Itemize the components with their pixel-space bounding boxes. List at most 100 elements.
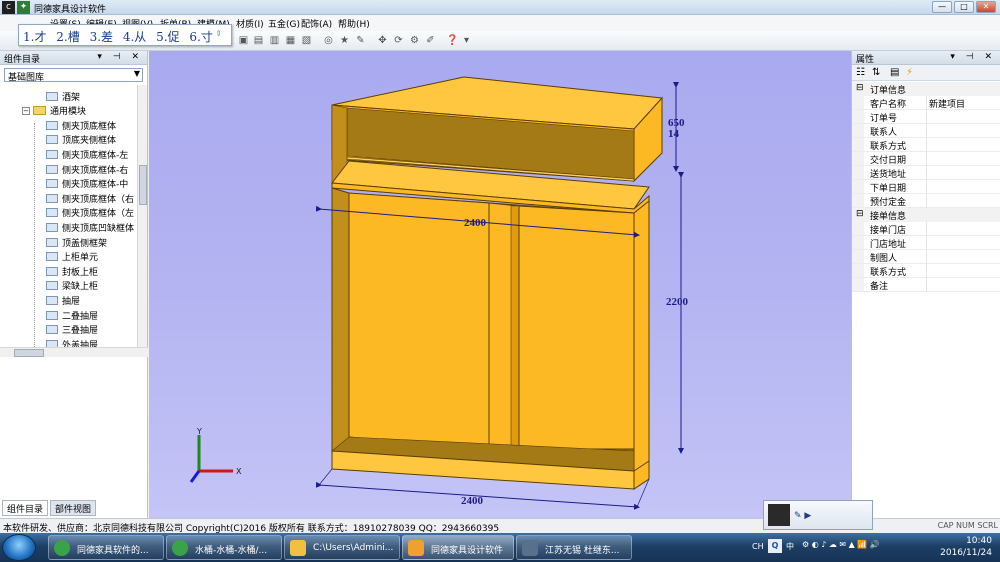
move-icon[interactable]: ✥: [376, 35, 389, 47]
collapse-icon[interactable]: −: [22, 106, 30, 115]
property-divider: [926, 236, 927, 250]
tree-item[interactable]: 二叠抽屉: [46, 308, 98, 322]
tree-item[interactable]: 侧夹顶底框体-中: [46, 177, 128, 191]
chevron-down-icon[interactable]: ▾: [460, 35, 473, 47]
menu-hardware[interactable]: 五金(G): [268, 17, 300, 30]
ime-page-icon[interactable]: ⇕: [215, 29, 222, 38]
ime-candidate[interactable]: 1.才: [23, 30, 46, 44]
tree-item[interactable]: 侧夹顶底框体（右: [46, 191, 134, 205]
categorized-icon[interactable]: ☷: [856, 67, 865, 78]
pen-icon[interactable]: ✎: [354, 35, 367, 47]
start-button[interactable]: [2, 534, 36, 561]
ime-candidate[interactable]: 3.差: [90, 30, 113, 44]
tab-component-catalog[interactable]: 组件目录: [2, 500, 49, 516]
language-indicator[interactable]: 中: [786, 541, 794, 552]
main-cabinet-left-side: [331, 187, 350, 454]
library-select[interactable]: 基础图库 ▼: [4, 68, 143, 83]
tree-item[interactable]: 顶盖侧框架: [46, 235, 107, 249]
property-pages-icon[interactable]: ▤: [890, 67, 899, 78]
paste-icon[interactable]: ▤: [252, 35, 265, 47]
events-lightning-icon[interactable]: ⚡: [906, 67, 913, 78]
scroll-thumb[interactable]: [139, 165, 147, 205]
component-icon: [46, 179, 58, 189]
ime-candidate[interactable]: 5.促: [156, 30, 179, 44]
property-row[interactable]: 下单日期: [852, 180, 1000, 194]
menu-accessories[interactable]: 配饰(A): [301, 17, 332, 30]
tree-item[interactable]: 上柜单元: [46, 250, 98, 264]
property-row[interactable]: 订单号: [852, 110, 1000, 124]
tree-item[interactable]: 侧夹顶底框体-右: [46, 162, 128, 176]
property-row[interactable]: 联系方式: [852, 264, 1000, 278]
property-row[interactable]: 联系方式: [852, 138, 1000, 152]
taskbar-item[interactable]: 水桶-水桶-水桶/...: [166, 535, 282, 560]
collapse-icon[interactable]: ⊟: [856, 209, 864, 219]
tree-item[interactable]: 外盖抽屉: [46, 337, 98, 347]
panel-pin-close-icons[interactable]: ▾ ⊣ ✕: [97, 52, 143, 62]
scroll-thumb[interactable]: [14, 349, 44, 357]
property-category[interactable]: ⊟ 订单信息: [852, 82, 1000, 96]
panel-pin-close-icons[interactable]: ▾ ⊣ ✕: [950, 52, 996, 62]
settings-icon[interactable]: ⚙: [408, 35, 421, 47]
tree-item[interactable]: − 通用模块: [22, 104, 86, 118]
tree-item[interactable]: 梁缺上柜: [46, 279, 98, 293]
ime-candidate[interactable]: 4.从: [123, 30, 146, 44]
maximize-button[interactable]: □: [954, 1, 974, 13]
property-row[interactable]: 客户名称 新建项目: [852, 96, 1000, 110]
taskbar-item[interactable]: C:\Users\Admini...: [284, 535, 400, 560]
property-row[interactable]: 交付日期: [852, 152, 1000, 166]
property-row[interactable]: 联系人: [852, 124, 1000, 138]
ime-candidate[interactable]: 2.槽: [56, 30, 79, 44]
folder-icon: [33, 106, 46, 116]
property-row[interactable]: 门店地址: [852, 236, 1000, 250]
clock-time[interactable]: 10:40: [966, 536, 992, 546]
tree-item[interactable]: 侧夹顶底凹缺框体: [46, 220, 134, 234]
property-row[interactable]: 接单门店: [852, 222, 1000, 236]
app-icon[interactable]: c: [2, 1, 15, 14]
tab-part-view[interactable]: 部件视图: [50, 500, 97, 516]
property-row[interactable]: 制图人: [852, 250, 1000, 264]
ime-indicator[interactable]: CH: [752, 542, 764, 551]
tree-item[interactable]: 酒架: [46, 89, 80, 103]
qq-icon[interactable]: Q: [768, 539, 782, 553]
property-row[interactable]: 预付定金: [852, 194, 1000, 208]
ime-candidate[interactable]: 6.寸: [189, 30, 212, 44]
rotate-icon[interactable]: ⟳: [392, 35, 405, 47]
clock-date[interactable]: 2016/11/24: [940, 548, 992, 558]
taskbar-item[interactable]: 同德家具设计软件: [402, 535, 514, 560]
property-value[interactable]: 新建项目: [929, 97, 965, 110]
circle-check-icon[interactable]: ◎: [322, 35, 335, 47]
menu-material[interactable]: 材质(I): [236, 17, 264, 30]
brush-icon[interactable]: ✐: [424, 35, 437, 47]
cut-icon[interactable]: ▥: [268, 35, 281, 47]
star-icon[interactable]: ★: [338, 35, 351, 47]
cabinet-model[interactable]: 650 14 2400 2200 2400 Y X: [149, 51, 851, 518]
export-icon[interactable]: ▧: [300, 35, 313, 47]
minimize-button[interactable]: —: [932, 1, 952, 13]
property-category[interactable]: ⊟ 接单信息: [852, 208, 1000, 222]
property-row[interactable]: 送货地址: [852, 166, 1000, 180]
tree-vertical-scrollbar[interactable]: [137, 85, 147, 347]
collapse-icon[interactable]: ⊟: [856, 83, 864, 93]
close-button[interactable]: ✕: [976, 1, 996, 13]
tree-item[interactable]: 三叠抽屉: [46, 323, 98, 337]
tree-item[interactable]: 侧夹顶底框体: [46, 118, 116, 132]
tree-horizontal-scrollbar[interactable]: [0, 347, 148, 357]
screen-icon[interactable]: ▦: [284, 35, 297, 47]
tray-icons[interactable]: ⚙ ◐ ♪ ☁ ✉ ▲ 📶 🔊: [802, 540, 880, 549]
tree-item[interactable]: 封板上柜: [46, 264, 98, 278]
property-row[interactable]: 备注: [852, 278, 1000, 292]
copy-icon[interactable]: ▣: [237, 35, 250, 47]
sort-alpha-icon[interactable]: ⇅: [872, 67, 880, 78]
3d-viewport[interactable]: 650 14 2400 2200 2400 Y X: [149, 51, 851, 518]
tree-item[interactable]: 抽屉: [46, 293, 80, 307]
menu-help[interactable]: 帮助(H): [338, 17, 370, 30]
tree-item-label: 封板上柜: [62, 267, 99, 278]
tree-item[interactable]: 顶底夹侧框体: [46, 133, 116, 147]
tree-item[interactable]: 侧夹顶底框体（左: [46, 206, 134, 220]
taskbar-item[interactable]: 同德家具软件的...: [48, 535, 164, 560]
tree-item[interactable]: 侧夹顶底框体-左: [46, 147, 128, 161]
help-icon[interactable]: ❓: [446, 35, 459, 47]
notification-popup[interactable]: ✎ ▶: [763, 500, 873, 530]
taskbar-item[interactable]: 江苏无锡 杜继东...: [516, 535, 632, 560]
property-divider: [926, 152, 927, 166]
